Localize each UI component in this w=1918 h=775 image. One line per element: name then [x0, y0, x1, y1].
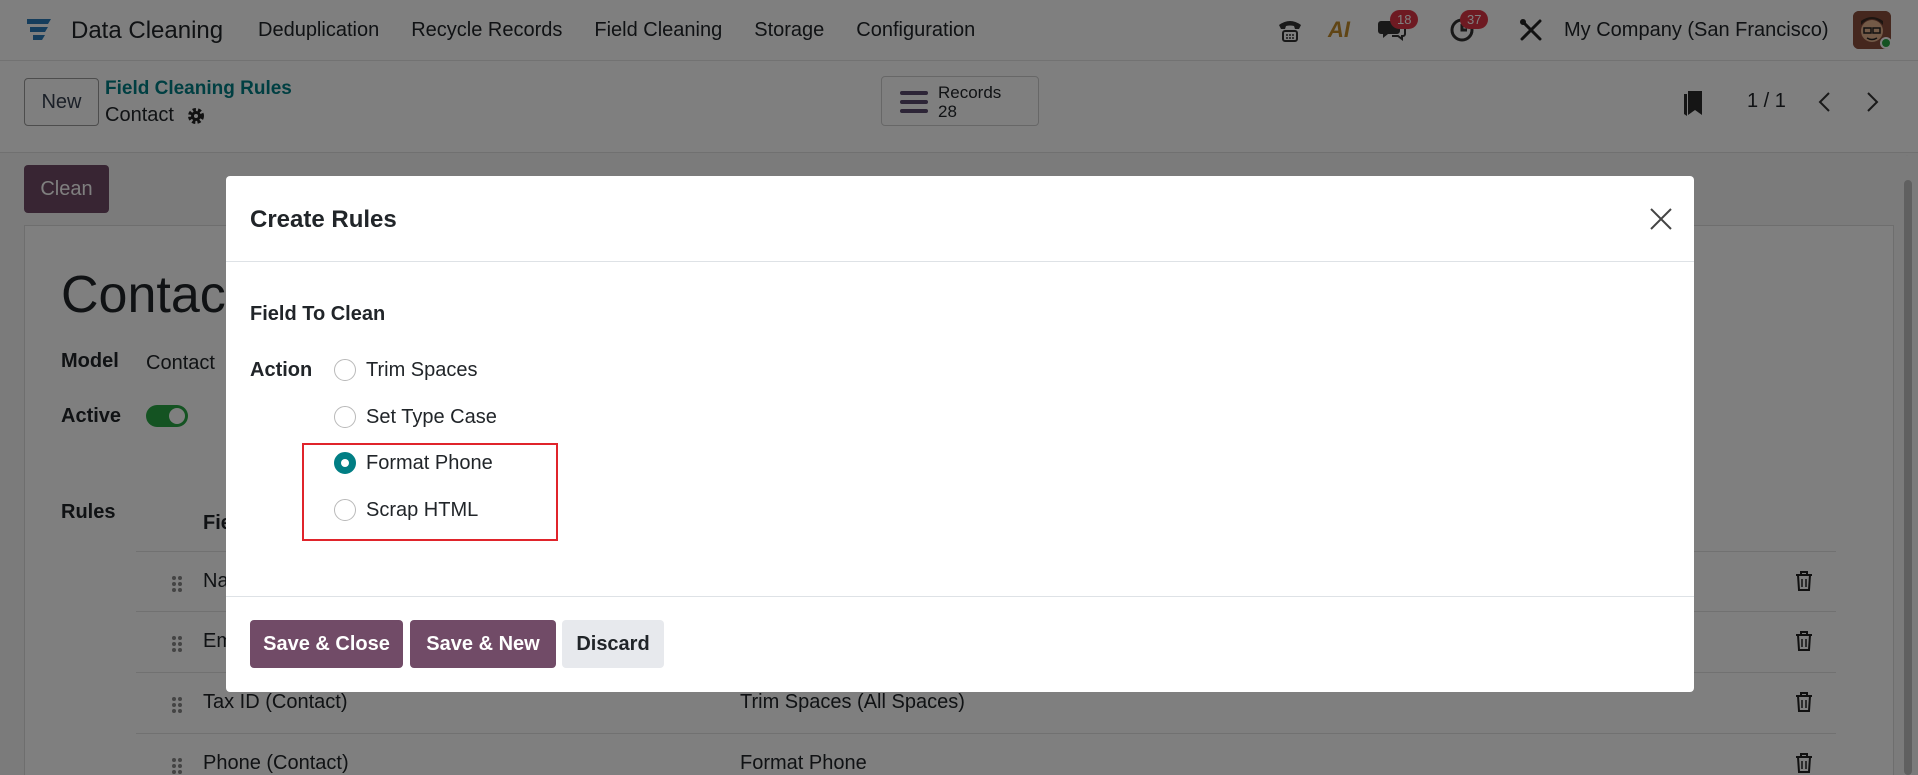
- discard-button[interactable]: Discard: [562, 620, 664, 668]
- save-close-button[interactable]: Save & Close: [250, 620, 403, 668]
- field-to-clean-label: Field To Clean: [250, 303, 386, 325]
- radio-label: Trim Spaces: [366, 358, 478, 381]
- radio-set-type-case[interactable]: Set Type Case: [334, 402, 497, 432]
- radio-label: Set Type Case: [366, 405, 497, 428]
- radio-trim-spaces[interactable]: Trim Spaces: [334, 355, 478, 385]
- dialog-header: Create Rules: [226, 176, 1694, 262]
- radio-button-icon[interactable]: [334, 359, 356, 381]
- dialog-title: Create Rules: [250, 206, 397, 233]
- annotation-highlight-box: [302, 443, 558, 541]
- radio-button-icon[interactable]: [334, 406, 356, 428]
- create-rules-dialog: Create Rules Field To Clean Action Trim …: [226, 176, 1694, 692]
- action-label: Action: [250, 359, 313, 381]
- close-icon[interactable]: [1646, 204, 1676, 234]
- save-new-button[interactable]: Save & New: [410, 620, 556, 668]
